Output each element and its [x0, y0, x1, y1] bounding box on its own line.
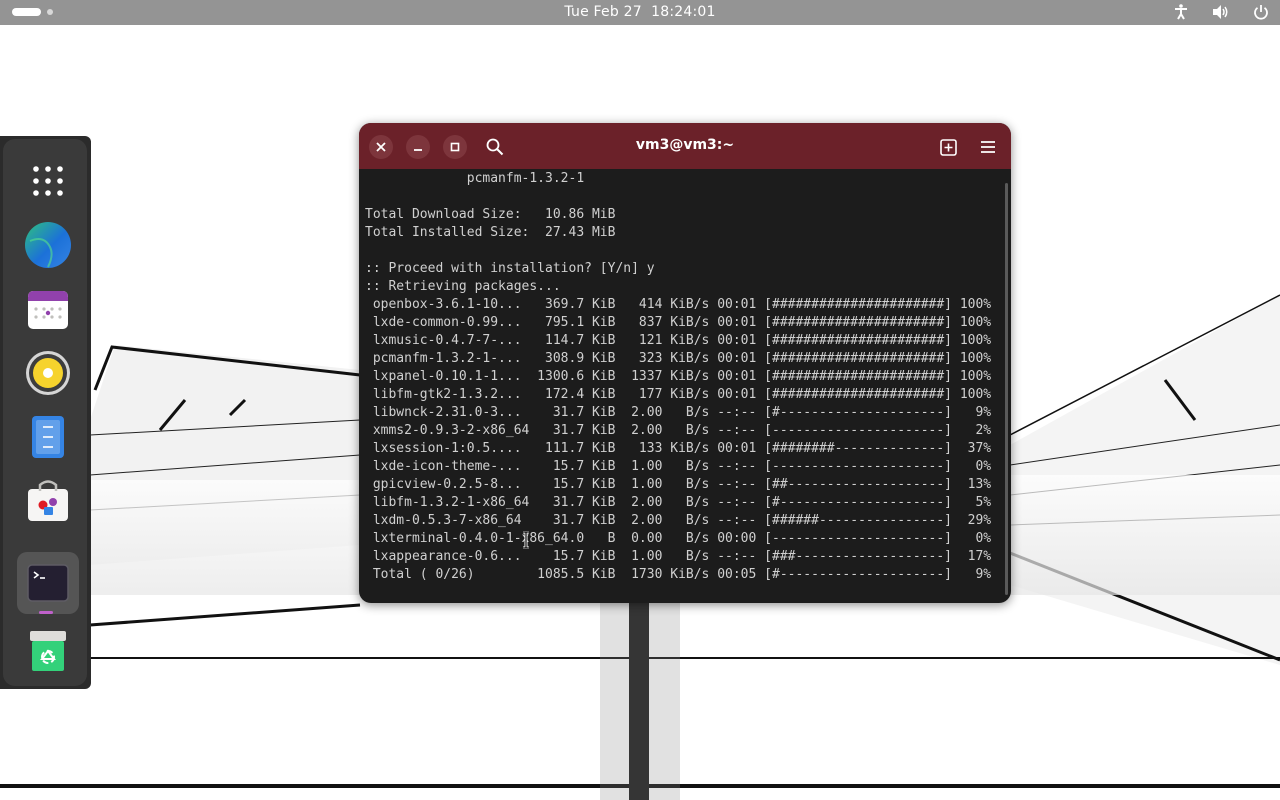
- window-title: vm3@vm3:~: [635, 137, 735, 153]
- text-cursor-icon: [523, 531, 529, 549]
- app-grid-button[interactable]: [17, 150, 79, 212]
- system-tray[interactable]: [1172, 3, 1270, 21]
- new-tab-button[interactable]: [936, 135, 960, 159]
- dock-item-browser[interactable]: [17, 214, 79, 276]
- terminal-line: gpicview-0.2.5-8... 15.7 KiB 1.00 B/s --…: [365, 477, 992, 492]
- dock-item-software[interactable]: [17, 470, 79, 532]
- dock-item-terminal[interactable]: [17, 552, 79, 614]
- running-app-indicator: [39, 611, 53, 614]
- terminal-line: xmms2-0.9.3-2-x86_64 31.7 KiB 2.00 B/s -…: [365, 423, 992, 438]
- terminal-headerbar[interactable]: vm3@vm3:~: [359, 123, 1011, 169]
- volume-icon[interactable]: [1212, 3, 1230, 21]
- terminal-line: pcmanfm-1.3.2-1: [365, 171, 585, 186]
- terminal-line: lxde-icon-theme-... 15.7 KiB 1.00 B/s --…: [365, 459, 992, 474]
- terminal-scrollbar[interactable]: [1005, 183, 1008, 595]
- terminal-line: lxappearance-0.6... 15.7 KiB 1.00 B/s --…: [365, 549, 992, 564]
- terminal-line: Total Download Size: 10.86 MiB: [365, 207, 616, 222]
- trash-icon: [30, 631, 66, 671]
- dock-item-trash[interactable]: [17, 620, 79, 682]
- software-store-icon: [28, 480, 68, 521]
- terminal-output[interactable]: pcmanfm-1.3.2-1 Total Download Size: 10.8…: [365, 170, 1005, 600]
- dock-item-calendar[interactable]: [17, 278, 79, 340]
- terminal-line: libwnck-2.31.0-3... 31.7 KiB 2.00 B/s --…: [365, 405, 992, 420]
- terminal-window[interactable]: vm3@vm3:~ pcmanfm-1.3.2-1 Total Download …: [359, 123, 1011, 603]
- terminal-line: lxpanel-0.10.1-1... 1300.6 KiB 1337 KiB/…: [365, 369, 992, 384]
- terminal-icon: [27, 564, 69, 602]
- terminal-line: Total Installed Size: 27.43 MiB: [365, 225, 616, 240]
- dock-item-text-editor[interactable]: [17, 406, 79, 468]
- terminal-line: pcmanfm-1.3.2-1-... 308.9 KiB 323 KiB/s …: [365, 351, 992, 366]
- hamburger-menu-icon: [981, 141, 995, 153]
- terminal-line: libfm-gtk2-1.3.2... 172.4 KiB 177 KiB/s …: [365, 387, 992, 402]
- browser-icon: [25, 222, 71, 268]
- dock: [0, 136, 91, 689]
- clock[interactable]: Tue Feb 27 18:24:01: [0, 4, 1280, 20]
- terminal-line: lxde-common-0.99... 795.1 KiB 837 KiB/s …: [365, 315, 992, 330]
- terminal-line: lxterminal-0.4.0-1-x86_64.0 B 0.00 B/s 0…: [365, 531, 992, 546]
- terminal-line: libfm-1.3.2-1-x86_64 31.7 KiB 2.00 B/s -…: [365, 495, 992, 510]
- terminal-line: Total ( 0/26) 1085.5 KiB 1730 KiB/s 00:0…: [365, 567, 992, 582]
- new-tab-icon: [939, 138, 957, 156]
- terminal-line: :: Proceed with installation? [Y/n] y: [365, 261, 655, 276]
- terminal-line: openbox-3.6.1-10... 369.7 KiB 414 KiB/s …: [365, 297, 992, 312]
- accessibility-icon[interactable]: [1172, 3, 1190, 21]
- terminal-line: lxsession-1:0.5.... 111.7 KiB 133 KiB/s …: [365, 441, 992, 456]
- top-bar: Tue Feb 27 18:24:01: [0, 0, 1280, 25]
- power-icon[interactable]: [1252, 3, 1270, 21]
- text-editor-icon: [32, 416, 64, 458]
- terminal-line: lxdm-0.5.3-7-x86_64 31.7 KiB 2.00 B/s --…: [365, 513, 992, 528]
- terminal-line: lxmusic-0.4.7-7-... 114.7 KiB 121 KiB/s …: [365, 333, 992, 348]
- music-player-icon: [26, 351, 70, 395]
- main-menu-button[interactable]: [976, 135, 1000, 159]
- dock-item-music[interactable]: [17, 342, 79, 404]
- dock-background: [3, 139, 87, 686]
- calendar-icon: [28, 291, 68, 329]
- terminal-line: :: Retrieving packages...: [365, 279, 561, 294]
- app-grid-icon: [33, 166, 63, 196]
